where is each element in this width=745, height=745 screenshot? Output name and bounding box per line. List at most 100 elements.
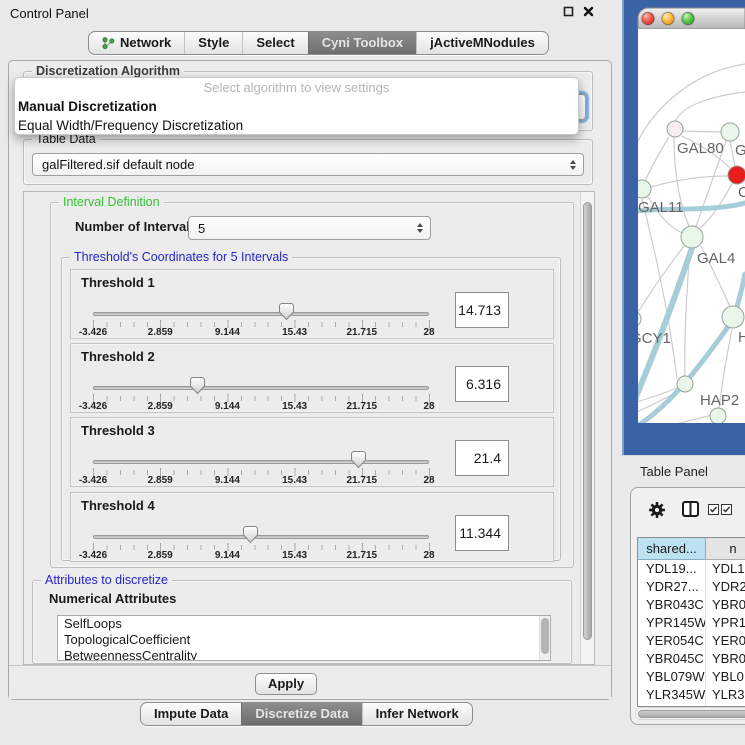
tick-label: -3.426 <box>79 475 107 486</box>
node-attribute-table[interactable]: shared... n YDL19...YDL1YDR27...YDR2YBR0… <box>637 537 745 707</box>
table-row[interactable]: YDL19...YDL1 <box>638 560 745 578</box>
algorithm-group-title: Discretization Algorithm <box>32 64 184 78</box>
cell-shared-name: YDR27... <box>638 578 706 596</box>
tab-discretize-data[interactable]: Discretize Data <box>241 703 361 725</box>
network-view[interactable]: GAL80GGAL11CGAL4GCY1HHAP2 <box>622 0 745 455</box>
table-row[interactable]: YLR345WYLR3 <box>638 686 745 704</box>
tick-label: 9.144 <box>215 401 240 412</box>
tab-label: Impute Data <box>154 703 228 725</box>
tab-network[interactable]: Network <box>89 32 184 54</box>
HAP2-node[interactable] <box>677 376 693 392</box>
dropdown-prompt-item[interactable]: Select algorithm to view settings <box>15 78 578 97</box>
close-icon[interactable] <box>583 6 594 17</box>
threshold-value-field[interactable]: 21.4 <box>455 440 509 476</box>
node-label: GAL4 <box>697 250 735 267</box>
slider-track[interactable] <box>93 386 429 390</box>
slider-thumb[interactable] <box>350 450 367 469</box>
table-data-groupbox: Table Data galFiltered.sif default node <box>23 139 593 185</box>
table-panel-strip: Table Panel <box>620 455 745 487</box>
dropdown-option-manual[interactable]: Manual Discretization <box>15 97 578 116</box>
cell-shared-name: YBR043C <box>638 596 706 614</box>
threshold-value-field[interactable]: 6.316 <box>455 366 509 402</box>
slider-thumb[interactable] <box>189 376 206 395</box>
cell-name: YDR2 <box>706 578 745 596</box>
thresholds-groupbox: Threshold's Coordinates for 5 Intervals … <box>61 257 561 561</box>
threshold-value-field[interactable]: 11.344 <box>455 515 509 551</box>
node-top-right[interactable] <box>721 123 739 141</box>
view-frame-highlight <box>622 0 624 455</box>
checkbox-icon[interactable] <box>708 504 719 515</box>
GAL4-node[interactable] <box>681 226 703 248</box>
tab-select[interactable]: Select <box>242 32 307 54</box>
cell-name: YBR0 <box>706 596 745 614</box>
attribute-item[interactable]: SelfLoops <box>58 616 550 632</box>
minimize-traffic-light-icon[interactable] <box>662 12 674 24</box>
table-toolbar <box>631 488 745 532</box>
column-header-shared-name[interactable]: shared... <box>638 538 706 560</box>
attribute-item[interactable]: BetweennessCentrality <box>58 648 550 661</box>
tab-style[interactable]: Style <box>184 32 242 54</box>
algorithm-dropdown-popup: Select algorithm to view settings Manual… <box>14 77 579 135</box>
tick-label: 2.859 <box>148 550 173 561</box>
node-label: H <box>738 329 745 346</box>
table-row[interactable]: YER054CYER0 <box>638 632 745 650</box>
table-row[interactable]: YPR145WYPR1 <box>638 614 745 632</box>
tick-label: 15.43 <box>282 327 307 338</box>
zoom-traffic-light-icon[interactable] <box>682 12 694 24</box>
node-label: GAL80 <box>677 140 724 157</box>
combo-stepper-icon <box>570 160 576 170</box>
slider-thumb[interactable] <box>278 302 295 321</box>
table-horizontal-scrollbar[interactable] <box>635 707 745 720</box>
node-label: C <box>738 184 745 201</box>
table-data-combobox[interactable]: galFiltered.sif default node <box>32 153 584 176</box>
tick-label: 2.859 <box>148 327 173 338</box>
numerical-attributes-list[interactable]: SelfLoopsTopologicalCoefficientBetweenne… <box>57 615 551 661</box>
slider-thumb[interactable] <box>242 525 259 544</box>
column-header-name[interactable]: n <box>706 538 745 560</box>
tick-label: 21.715 <box>347 401 378 412</box>
selected-red-node[interactable] <box>728 166 745 184</box>
cell-name: YBR0 <box>706 650 745 668</box>
checkbox-icon[interactable] <box>721 504 732 515</box>
split-column-icon[interactable] <box>682 501 699 517</box>
table-horizontal-scrollbar-thumb[interactable] <box>638 710 745 718</box>
settings-scrollbar-thumb[interactable] <box>583 202 592 640</box>
table-row[interactable]: YBR045CYBR0 <box>638 650 745 668</box>
network-view-area: GAL80GGAL11CGAL4GCY1HHAP2 <box>622 0 745 455</box>
slider-track[interactable] <box>93 312 429 316</box>
GAL80-node[interactable] <box>667 121 683 137</box>
attributes-group-title: Attributes to discretize <box>41 573 172 587</box>
settings-scrollbar[interactable] <box>580 192 594 664</box>
slider-track[interactable] <box>93 535 429 539</box>
control-panel-title: Control Panel <box>10 6 89 21</box>
dropdown-option-equal-width[interactable]: Equal Width/Frequency Discretization <box>15 116 578 135</box>
tab-jactivemnodules[interactable]: jActiveMNodules <box>416 32 548 54</box>
settings-gear-icon[interactable] <box>648 501 666 519</box>
threshold-panel-2: Threshold 2-3.4262.8599.14415.4321.71528… <box>70 343 554 413</box>
node-right[interactable] <box>722 306 744 328</box>
tab-impute-data[interactable]: Impute Data <box>141 703 241 725</box>
threshold-value-field[interactable]: 14.713 <box>455 292 509 328</box>
node-bottom[interactable] <box>710 408 726 424</box>
threshold-label: Threshold 1 <box>81 275 155 290</box>
attributes-scrollbar-thumb[interactable] <box>541 618 549 654</box>
attribute-item[interactable]: TopologicalCoefficient <box>58 632 550 648</box>
tab-label: jActiveMNodules <box>430 32 535 54</box>
slider-track[interactable] <box>93 460 429 464</box>
numerical-attributes-label: Numerical Attributes <box>49 591 176 606</box>
num-intervals-combobox[interactable]: 5 <box>188 216 431 240</box>
float-window-icon[interactable] <box>563 6 574 17</box>
tick-label: 9.144 <box>215 327 240 338</box>
table-row[interactable]: YDR27...YDR2 <box>638 578 745 596</box>
close-traffic-light-icon[interactable] <box>642 12 654 24</box>
tick-label: -3.426 <box>79 401 107 412</box>
attributes-scrollbar[interactable] <box>539 616 550 660</box>
table-row[interactable]: YBL079WYBL0 <box>638 668 745 686</box>
bottom-tab-bar: Impute Data Discretize Data Infer Network <box>140 702 473 726</box>
table-row[interactable]: YBR043CYBR0 <box>638 596 745 614</box>
tab-infer-network[interactable]: Infer Network <box>362 703 472 725</box>
tab-label: Infer Network <box>376 703 459 725</box>
apply-button[interactable]: Apply <box>255 673 317 695</box>
minor-ticks <box>93 470 431 475</box>
tab-cyni-toolbox[interactable]: Cyni Toolbox <box>308 32 416 54</box>
